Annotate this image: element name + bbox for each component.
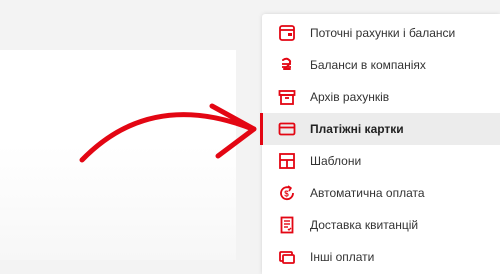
archive-box-icon	[277, 87, 297, 107]
menu-item-payment-cards[interactable]: Платіжні картки	[260, 113, 500, 145]
content-panel-fade	[0, 145, 236, 260]
menu-item-current-accounts[interactable]: Поточні рахунки і баланси	[262, 17, 500, 49]
menu-item-label: Доставка квитанцій	[310, 218, 419, 232]
menu-item-auto-payment[interactable]: $ Автоматична оплата	[262, 177, 500, 209]
menu-item-label: Платіжні картки	[310, 122, 404, 136]
auto-payment-icon: $	[277, 183, 297, 203]
menu-item-label: Баланси в компаніях	[310, 58, 426, 72]
menu-item-company-balances[interactable]: Баланси в компаніях	[262, 49, 500, 81]
menu-item-label: Автоматична оплата	[310, 186, 425, 200]
other-payments-icon	[277, 247, 297, 267]
template-layout-icon	[277, 151, 297, 171]
receipt-icon	[277, 215, 297, 235]
wallet-icon	[277, 23, 297, 43]
menu-item-other-payments[interactable]: Інші оплати	[262, 241, 500, 273]
menu-item-label: Поточні рахунки і баланси	[310, 26, 456, 40]
menu-item-accounts-archive[interactable]: Архів рахунків	[262, 81, 500, 113]
svg-text:$: $	[284, 190, 289, 199]
content-panel	[0, 50, 236, 260]
menu-item-templates[interactable]: Шаблони	[262, 145, 500, 177]
menu-item-label: Інші оплати	[310, 250, 375, 264]
dropdown-menu: Поточні рахунки і баланси Баланси в комп…	[260, 14, 500, 274]
credit-card-icon	[277, 119, 297, 139]
menu-item-label: Архів рахунків	[310, 90, 390, 104]
menu-item-receipt-delivery[interactable]: Доставка квитанцій	[262, 209, 500, 241]
active-indicator	[260, 113, 263, 145]
hryvnia-icon	[277, 55, 297, 75]
menu-item-label: Шаблони	[310, 154, 362, 168]
